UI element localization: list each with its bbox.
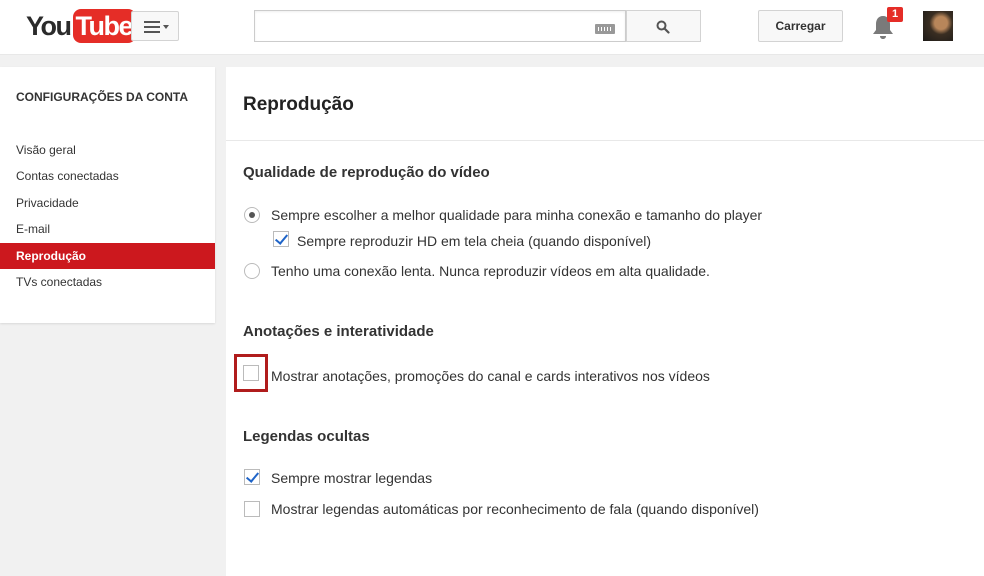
always-captions-label[interactable]: Sempre mostrar legendas [271, 469, 432, 487]
section-title-captions: Legendas ocultas [243, 428, 370, 445]
annotations-label[interactable]: Mostrar anotações, promoções do canal e … [271, 367, 710, 385]
sidebar-item-email[interactable]: E-mail [0, 216, 215, 242]
upload-button[interactable]: Carregar [758, 10, 843, 42]
settings-main-panel: Reprodução Qualidade de reprodução do ví… [226, 67, 984, 576]
logo-you-text: You [26, 11, 72, 41]
quality-best-label[interactable]: Sempre escolher a melhor qualidade para … [271, 206, 762, 224]
quality-best-radio[interactable] [244, 207, 260, 223]
search-input[interactable] [261, 16, 585, 38]
logo-tube-text: Tube [72, 9, 136, 43]
hd-fullscreen-checkbox[interactable] [273, 231, 289, 247]
guide-menu-button[interactable] [131, 11, 179, 41]
search-button[interactable] [626, 10, 701, 42]
settings-sidebar: CONFIGURAÇÕES DA CONTA Visão geral Conta… [0, 67, 215, 323]
notification-count-badge: 1 [887, 7, 903, 22]
sidebar-item-tvs-conectadas[interactable]: TVs conectadas [0, 269, 215, 295]
annotations-checkbox[interactable] [243, 365, 259, 381]
menu-icon [144, 21, 160, 33]
section-title-quality: Qualidade de reprodução do vídeo [243, 164, 490, 181]
slow-connection-radio[interactable] [244, 263, 260, 279]
auto-captions-label[interactable]: Mostrar legendas automáticas por reconhe… [271, 500, 759, 518]
masthead: You Tube BR Carregar 1 [0, 0, 984, 55]
auto-captions-checkbox[interactable] [244, 501, 260, 517]
always-captions-checkbox[interactable] [244, 469, 260, 485]
sidebar-item-privacidade[interactable]: Privacidade [0, 190, 215, 216]
search-box[interactable] [254, 10, 626, 42]
search-icon [656, 20, 670, 34]
sidebar-item-reproducao[interactable]: Reprodução [0, 243, 215, 269]
section-title-annotations: Anotações e interatividade [243, 323, 434, 340]
sidebar-item-contas-conectadas[interactable]: Contas conectadas [0, 163, 215, 189]
keyboard-icon[interactable] [595, 24, 615, 34]
avatar[interactable] [923, 11, 953, 41]
sidebar-heading: CONFIGURAÇÕES DA CONTA [16, 90, 188, 104]
divider [226, 140, 984, 141]
sidebar-item-visao-geral[interactable]: Visão geral [0, 137, 215, 163]
hd-fullscreen-label[interactable]: Sempre reproduzir HD em tela cheia (quan… [297, 232, 651, 250]
page-title: Reprodução [243, 94, 354, 115]
slow-connection-label[interactable]: Tenho uma conexão lenta. Nunca reproduzi… [271, 262, 710, 280]
chevron-down-icon [163, 25, 169, 29]
